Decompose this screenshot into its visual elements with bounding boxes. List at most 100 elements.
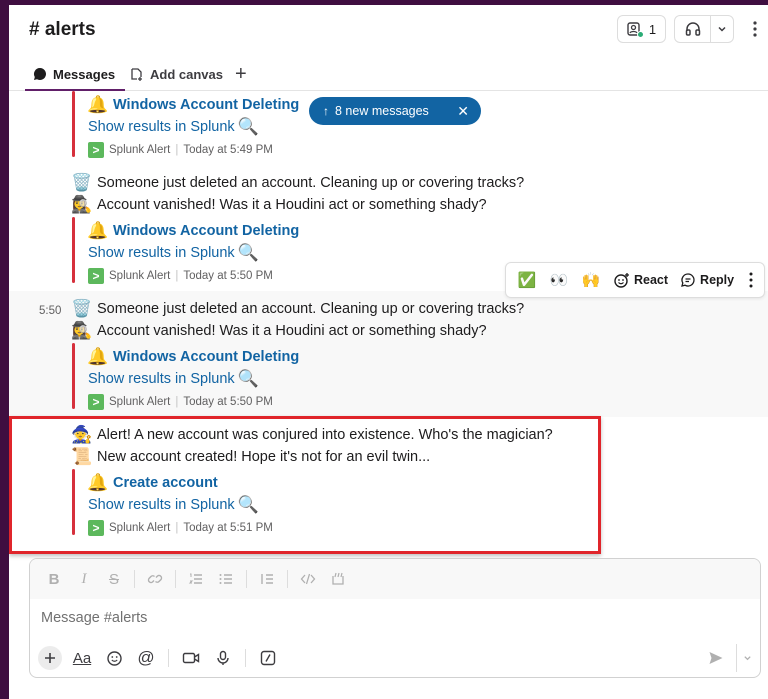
splunk-results-link[interactable]: Show results in Splunk 🔍 <box>88 370 259 387</box>
splunk-results-link[interactable]: Show results in Splunk 🔍 <box>88 118 259 135</box>
footer-separator: | <box>175 396 179 408</box>
new-messages-pill[interactable]: ↑ 8 new messages ✕ <box>309 97 481 125</box>
italic-button[interactable]: I <box>70 565 98 593</box>
message-line: 📜 New account created! Hope it's not for… <box>71 448 430 465</box>
send-button[interactable] <box>702 644 730 672</box>
link-button[interactable] <box>141 565 169 593</box>
message-line: 🕵️‍♀️ Account vanished! Was it a Houdini… <box>71 196 487 213</box>
chevron-down-icon <box>744 656 751 661</box>
wastebasket-icon: 🗑️ <box>71 299 93 318</box>
tab-add-canvas[interactable]: Add canvas <box>129 57 223 91</box>
emoji-button[interactable] <box>100 644 128 672</box>
reply-label: Reply <box>700 273 735 287</box>
reaction-raised-hands-button[interactable]: 🙌 <box>576 266 606 294</box>
footer-separator: | <box>175 270 179 282</box>
tab-messages[interactable]: Messages <box>25 57 126 91</box>
add-tab-button[interactable]: + <box>235 57 247 91</box>
splunk-results-link[interactable]: Show results in Splunk 🔍 <box>88 244 259 261</box>
member-count: 1 <box>648 21 657 37</box>
toolbar-divider <box>134 570 135 588</box>
splunk-logo-icon: > <box>88 268 104 284</box>
message-text: New account created! Hope it's not for a… <box>97 448 431 465</box>
footer-time[interactable]: Today at 5:51 PM <box>183 522 273 534</box>
audio-clip-button[interactable] <box>209 644 237 672</box>
code-block-icon <box>332 572 344 585</box>
composer-actions: Aa @ <box>38 643 752 673</box>
message-feed: 🔔 Windows Account Deleting Show results … <box>9 91 768 553</box>
wizard-icon: 🧙 <box>71 425 93 444</box>
splunk-link-text: Show results in Splunk <box>88 244 235 261</box>
app-name: Splunk Alert <box>109 522 171 534</box>
shortcuts-button[interactable] <box>254 644 282 672</box>
toolbar-divider <box>246 570 247 588</box>
alert-color-bar <box>72 217 75 283</box>
italic-icon: I <box>81 570 87 587</box>
footer-time[interactable]: Today at 5:49 PM <box>183 144 273 156</box>
splunk-results-link[interactable]: Show results in Splunk 🔍 <box>88 496 259 513</box>
magnifier-icon: 🔍 <box>237 243 259 262</box>
alert-color-bar <box>72 469 75 535</box>
reply-thread-icon <box>681 273 695 287</box>
close-icon[interactable]: ✕ <box>457 103 469 120</box>
send-controls <box>702 644 752 672</box>
plus-icon <box>45 653 55 663</box>
microphone-icon <box>217 650 229 665</box>
huddle-options-button[interactable] <box>711 16 733 42</box>
attachment-title[interactable]: 🔔 Windows Account Deleting <box>87 348 299 365</box>
code-icon <box>300 573 316 585</box>
arrow-up-icon: ↑ <box>323 104 329 118</box>
blockquote-icon <box>261 574 273 584</box>
attach-button[interactable] <box>38 646 62 670</box>
detective-icon: 🕵️‍♀️ <box>71 321 93 340</box>
message-composer: B I S Message #alerts Aa @ <box>29 558 761 678</box>
headphones-button[interactable] <box>675 16 711 42</box>
bell-icon: 🔔 <box>87 95 109 114</box>
tab-add-canvas-label: Add canvas <box>150 66 223 82</box>
strikethrough-button[interactable]: S <box>100 565 128 593</box>
react-button[interactable]: React <box>608 266 673 294</box>
bell-icon: 🔔 <box>87 473 109 492</box>
attachment-title[interactable]: 🔔 Windows Account Deleting <box>87 222 299 239</box>
code-button[interactable] <box>294 565 322 593</box>
schedule-send-button[interactable] <box>736 644 752 672</box>
workspace-sidebar-edge <box>0 0 9 699</box>
footer-separator: | <box>175 144 179 156</box>
message-bubble-icon <box>33 68 46 80</box>
blockquote-button[interactable] <box>253 565 281 593</box>
channel-tabs: Messages Add canvas + <box>9 57 768 91</box>
kebab-menu-icon <box>753 21 757 37</box>
formatting-toggle-button[interactable]: Aa <box>68 644 96 672</box>
attachment-footer: > Splunk Alert | Today at 5:50 PM <box>88 268 273 284</box>
toolbar-divider <box>175 570 176 588</box>
reply-button[interactable]: Reply <box>675 266 739 294</box>
attachment-title[interactable]: 🔔 Windows Account Deleting <box>87 96 299 113</box>
bulleted-list-button[interactable] <box>212 565 240 593</box>
footer-time[interactable]: Today at 5:50 PM <box>183 396 273 408</box>
channel-more-button[interactable] <box>749 17 761 41</box>
mention-button[interactable]: @ <box>132 644 160 672</box>
bulleted-list-icon <box>219 574 232 584</box>
footer-time[interactable]: Today at 5:50 PM <box>183 270 273 282</box>
toolbar-divider <box>245 649 246 667</box>
huddle-button-group <box>674 15 734 43</box>
reaction-eyes-button[interactable]: 👀 <box>544 266 574 294</box>
bold-button[interactable]: B <box>40 565 68 593</box>
kebab-menu-icon <box>749 272 753 288</box>
message-input[interactable]: Message #alerts <box>41 610 147 626</box>
reaction-check-button[interactable]: ✅ <box>512 266 542 294</box>
bell-icon: 🔔 <box>87 347 109 366</box>
add-reaction-icon <box>614 272 629 288</box>
message-text: Someone just deleted an account. Cleanin… <box>97 300 525 317</box>
canvas-icon <box>131 67 142 81</box>
message-timestamp[interactable]: 5:50 <box>39 305 61 317</box>
attachment-title[interactable]: 🔔 Create account <box>87 474 218 491</box>
toolbar-divider <box>287 570 288 588</box>
wastebasket-icon: 🗑️ <box>71 173 93 192</box>
ordered-list-button[interactable] <box>182 565 210 593</box>
more-actions-button[interactable] <box>744 266 758 294</box>
code-block-button[interactable] <box>324 565 352 593</box>
channel-title[interactable]: # alerts <box>29 19 96 41</box>
bold-icon: B <box>48 570 60 588</box>
video-clip-button[interactable] <box>177 644 205 672</box>
members-button[interactable]: 1 <box>617 15 666 43</box>
